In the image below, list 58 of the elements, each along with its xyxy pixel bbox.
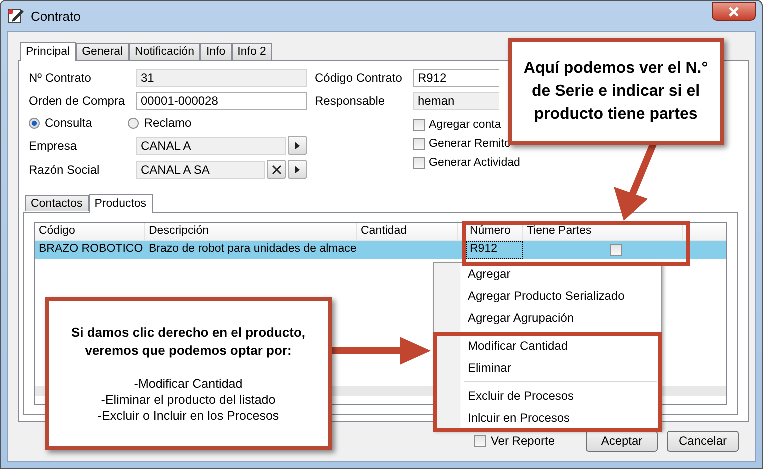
checkbox[interactable]: Generar Actividad: [413, 157, 520, 169]
expand-button[interactable]: [288, 136, 307, 155]
radio-button[interactable]: Consulta: [29, 116, 92, 130]
text-field[interactable]: R912: [413, 69, 499, 87]
lookup-field[interactable]: CANAL A: [136, 136, 286, 154]
menu-item[interactable]: Agregar Producto Serializado: [436, 285, 659, 307]
menu-item[interactable]: Modificar Cantidad: [436, 335, 659, 357]
field-label: Nº Contrato: [29, 71, 92, 85]
callout-line: -Eliminar el producto del listado: [101, 392, 276, 408]
column-header[interactable]: Número: [466, 223, 523, 240]
menu-item[interactable]: Agregar Agrupación: [436, 307, 659, 329]
menu-item[interactable]: Agregar: [436, 263, 659, 285]
callout-heading: Si damos clic derecho en el producto, veremos que podemos optar por:: [70, 324, 307, 360]
column-header[interactable]: Tiene Partes: [523, 223, 683, 240]
text-field[interactable]: 00001-000028: [136, 92, 307, 110]
tab[interactable]: Info 2: [232, 43, 272, 60]
tab[interactable]: Principal: [20, 42, 76, 61]
field-label: Orden de Compra: [29, 94, 126, 108]
clear-button[interactable]: [267, 160, 286, 179]
tab[interactable]: Contactos: [25, 195, 89, 211]
triangle-right-icon: [295, 166, 300, 174]
tab[interactable]: Productos: [88, 194, 153, 213]
tab[interactable]: General: [76, 43, 130, 60]
menu-item[interactable]: Excluir de Procesos: [436, 385, 659, 407]
window-title: Contrato: [31, 8, 81, 24]
table-cell-text: Brazo de robot para unidades de almace: [148, 242, 357, 257]
triangle-right-icon: [295, 142, 300, 150]
column-header[interactable]: Cantidad: [357, 223, 458, 240]
field-label: Responsable: [315, 94, 386, 108]
tab[interactable]: Notificación: [129, 43, 200, 60]
menu-item[interactable]: Inlcuir en Procesos: [436, 407, 659, 429]
lookup-field[interactable]: CANAL A SA: [136, 160, 265, 178]
text-field[interactable]: heman: [413, 92, 499, 110]
checkbox[interactable]: Ver Reporte: [474, 434, 555, 448]
field-label: Código Contrato: [315, 71, 404, 85]
close-button[interactable]: [712, 2, 756, 21]
dialog-button[interactable]: Aceptar: [586, 430, 658, 452]
text-field[interactable]: 31: [136, 69, 307, 87]
radio-button[interactable]: Reclamo: [128, 116, 192, 130]
checkbox[interactable]: Agregar conta: [413, 119, 502, 131]
close-icon: [272, 164, 282, 174]
callout-line: -Excluir o Incluir en los Procesos: [98, 408, 280, 424]
expand-button[interactable]: [288, 160, 307, 179]
table-row[interactable]: BRAZO ROBOTICO Brazo de robot para unidades de almace R912: [35, 241, 726, 259]
menu-item[interactable]: Eliminar: [436, 357, 659, 379]
column-header[interactable]: Código: [35, 223, 145, 240]
table-cell: R912: [466, 241, 523, 259]
callout-line: -Modificar Cantidad: [134, 376, 243, 392]
document-pen-icon: [7, 7, 25, 25]
column-header[interactable]: Descripción: [145, 223, 357, 240]
dialog-button[interactable]: Cancelar: [667, 430, 739, 452]
close-icon: [728, 6, 740, 16]
tab[interactable]: Info: [200, 43, 232, 60]
checkbox[interactable]: [610, 244, 622, 256]
callout-text: Aquí podemos ver el N.° de Serie e indicar si el producto tiene partes: [522, 59, 710, 125]
field-label: Razón Social: [29, 162, 101, 176]
field-label: Empresa: [29, 138, 78, 152]
table-cell-text: BRAZO ROBOTICO: [38, 242, 144, 257]
